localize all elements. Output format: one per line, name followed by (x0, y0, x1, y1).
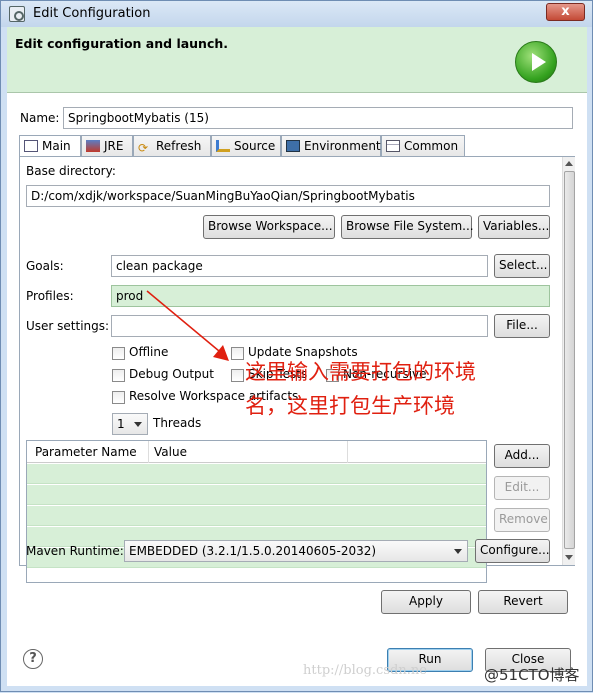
maven-runtime-select[interactable]: EMBEDDED (3.2.1/1.5.0.20140605-2032) (124, 540, 468, 562)
table-row[interactable] (27, 506, 486, 526)
update-snapshots-checkbox[interactable] (231, 347, 244, 360)
tab-refresh[interactable]: ⟳ Refresh (133, 135, 211, 157)
table-row[interactable] (27, 464, 486, 484)
app-icon (9, 6, 25, 22)
vertical-scrollbar[interactable] (562, 157, 575, 565)
maven-runtime-value: EMBEDDED (3.2.1/1.5.0.20140605-2032) (129, 544, 377, 558)
resolve-workspace-checkbox[interactable] (112, 391, 125, 404)
tab-common-label: Common (404, 139, 459, 153)
base-directory-input[interactable]: D:/com/xdjk/workspace/SuanMingBuYaoQian/… (26, 185, 550, 207)
apply-button[interactable]: Apply (381, 590, 471, 614)
skip-tests-checkbox[interactable] (231, 369, 244, 382)
close-window-button[interactable]: x (546, 3, 585, 21)
window-title: Edit Configuration (33, 6, 151, 21)
profiles-input[interactable]: prod (111, 285, 550, 307)
variables-button[interactable]: Variables... (478, 215, 550, 239)
remove-parameter-button[interactable]: Remove (494, 508, 550, 532)
goals-label: Goals: (26, 259, 64, 273)
chevron-down-icon (454, 549, 462, 554)
tab-source-label: Source (234, 139, 276, 153)
tab-main-label: Main (42, 139, 71, 153)
goals-input[interactable]: clean package (111, 255, 488, 277)
offline-label: Offline (129, 345, 169, 359)
base-directory-label: Base directory: (26, 164, 116, 178)
tab-environment-label: Environment (304, 139, 381, 153)
revert-button[interactable]: Revert (478, 590, 568, 614)
source-icon (216, 140, 230, 152)
jre-icon (86, 140, 100, 152)
user-settings-input[interactable] (111, 315, 488, 337)
threads-value: 1 (117, 417, 125, 431)
annotation-line-2: 名，这里打包生产环境 (245, 394, 455, 418)
annotation-line-1: 这里输入需要打包的环境 (245, 360, 476, 384)
browse-workspace-button[interactable]: Browse Workspace... (203, 215, 335, 239)
name-input[interactable]: SpringbootMybatis (15) (63, 107, 573, 129)
tab-jre-label: JRE (104, 139, 124, 153)
edit-configuration-dialog: Edit Configuration x Edit configuration … (0, 0, 593, 692)
profiles-label: Profiles: (26, 289, 74, 303)
threads-select[interactable]: 1 (112, 413, 148, 435)
parameter-table-header: Parameter Name Value (27, 441, 486, 463)
offline-checkbox[interactable] (112, 347, 125, 360)
scroll-up-icon[interactable] (565, 161, 573, 166)
select-goals-button[interactable]: Select... (494, 254, 550, 278)
column-separator (148, 441, 149, 463)
tab-jre[interactable]: JRE (81, 135, 133, 157)
tab-common[interactable]: Common (381, 135, 465, 157)
configuration-body: Name: SpringbootMybatis (15) Main JRE ⟳ R… (7, 93, 587, 686)
run-launch-icon (515, 41, 557, 83)
tab-main[interactable]: Main (19, 135, 81, 158)
maven-runtime-label: Maven Runtime: (26, 544, 124, 558)
common-icon (386, 140, 400, 152)
environment-icon (286, 140, 300, 152)
name-label: Name: (20, 111, 60, 125)
file-button[interactable]: File... (494, 314, 550, 338)
column-value[interactable]: Value (154, 445, 187, 459)
watermark-url: http://blog.csdn.ne (303, 663, 427, 678)
column-separator (347, 441, 348, 463)
column-parameter-name[interactable]: Parameter Name (35, 445, 137, 459)
table-row[interactable] (27, 485, 486, 505)
add-parameter-button[interactable]: Add... (494, 444, 550, 468)
chevron-down-icon (134, 422, 142, 427)
main-tab-icon (24, 140, 38, 152)
refresh-icon: ⟳ (138, 141, 149, 155)
title-bar[interactable]: Edit Configuration x (1, 1, 592, 27)
tab-environment[interactable]: Environment (281, 135, 381, 157)
scroll-down-icon[interactable] (565, 555, 573, 560)
configure-runtime-button[interactable]: Configure... (475, 539, 550, 563)
browse-file-system-button[interactable]: Browse File System... (341, 215, 474, 239)
dialog-header: Edit configuration and launch. (7, 27, 587, 93)
threads-label: Threads (153, 416, 202, 430)
edit-parameter-button[interactable]: Edit... (494, 476, 550, 500)
watermark-brand: @51CTO博客 (484, 666, 580, 684)
tab-refresh-label: Refresh (156, 139, 202, 153)
user-settings-label: User settings: (26, 319, 110, 333)
debug-output-label: Debug Output (129, 367, 214, 381)
header-title: Edit configuration and launch. (15, 36, 229, 51)
tab-source[interactable]: Source (211, 135, 281, 157)
scrollbar-thumb[interactable] (564, 171, 575, 549)
help-icon[interactable]: ? (23, 649, 43, 669)
debug-output-checkbox[interactable] (112, 369, 125, 382)
